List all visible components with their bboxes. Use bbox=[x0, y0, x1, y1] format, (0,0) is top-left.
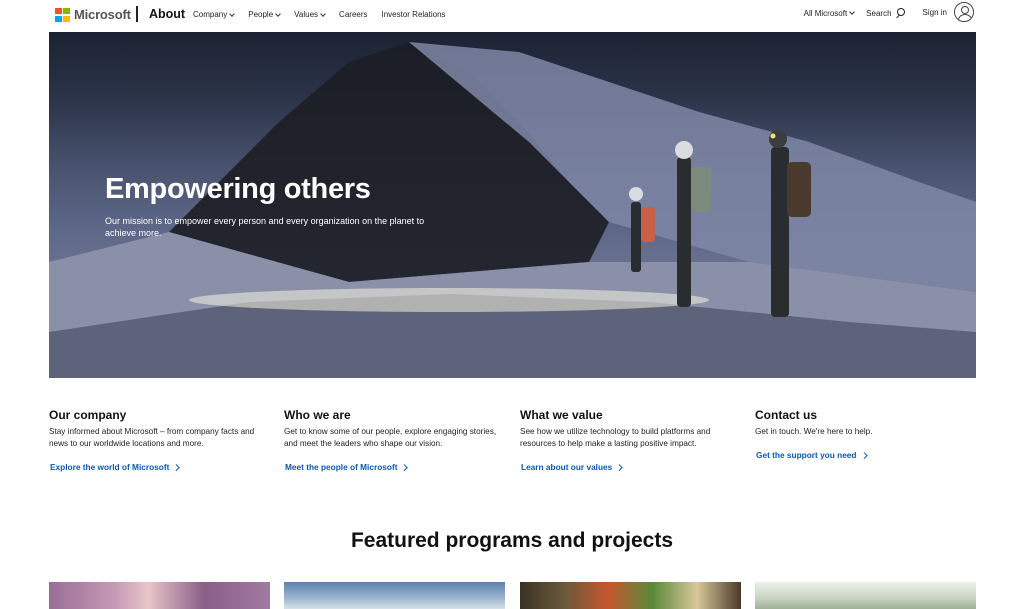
column-title: Contact us bbox=[755, 408, 818, 422]
nav-company[interactable]: Company bbox=[193, 10, 236, 19]
featured-card-image[interactable] bbox=[755, 582, 976, 609]
chevron-right-icon bbox=[401, 463, 408, 471]
column-title: Who we are bbox=[284, 408, 351, 422]
info-columns: Our company Stay informed about Microsof… bbox=[49, 408, 976, 478]
column-who-we-are: Who we are Get to know some of our peopl… bbox=[284, 408, 504, 475]
featured-card-image[interactable] bbox=[49, 582, 270, 609]
chevron-down-icon bbox=[849, 9, 856, 15]
hero-banner: Empowering others Our mission is to empo… bbox=[49, 32, 976, 378]
chevron-right-icon bbox=[616, 463, 623, 471]
nav-careers[interactable]: Careers bbox=[339, 10, 367, 19]
nav-investor-relations[interactable]: Investor Relations bbox=[382, 10, 446, 19]
sign-in-button[interactable]: Sign in bbox=[923, 2, 974, 22]
search-icon bbox=[895, 8, 905, 18]
nav-people[interactable]: People bbox=[248, 10, 282, 19]
hero-title: Empowering others bbox=[105, 173, 371, 205]
meet-people-link[interactable]: Meet the people of Microsoft bbox=[284, 462, 408, 472]
header-divider bbox=[136, 6, 138, 22]
learn-values-link[interactable]: Learn about our values bbox=[520, 462, 623, 472]
chevron-right-icon bbox=[860, 451, 867, 459]
section-title[interactable]: About bbox=[149, 7, 185, 21]
microsoft-logo-icon bbox=[55, 7, 70, 22]
chevron-down-icon bbox=[229, 10, 236, 17]
featured-heading: Featured programs and projects bbox=[350, 529, 674, 552]
featured-card-image[interactable] bbox=[520, 582, 741, 609]
featured-cards bbox=[49, 582, 976, 609]
account-avatar-icon bbox=[954, 2, 974, 22]
all-microsoft-menu[interactable]: All Microsoft bbox=[804, 9, 856, 18]
column-text: Get to know some of our people, explore … bbox=[284, 427, 497, 448]
column-text: See how we utilize technology to build p… bbox=[520, 427, 711, 448]
column-what-we-value: What we value See how we utilize technol… bbox=[520, 408, 740, 475]
featured-card-image[interactable] bbox=[284, 582, 505, 609]
column-title: Our company bbox=[49, 408, 127, 422]
primary-nav: Company People Values Careers Investor R… bbox=[193, 10, 446, 19]
nav-values[interactable]: Values bbox=[294, 10, 326, 19]
utility-nav: All Microsoft Search Sign in bbox=[804, 2, 974, 22]
chevron-right-icon bbox=[173, 463, 180, 471]
explore-microsoft-link[interactable]: Explore the world of Microsoft bbox=[49, 462, 180, 472]
hero-subtitle: Our mission is to empower every person a… bbox=[105, 216, 425, 238]
site-header: Microsoft About Company People Values Ca… bbox=[0, 0, 1024, 30]
microsoft-logo[interactable]: Microsoft bbox=[55, 7, 131, 22]
column-our-company: Our company Stay informed about Microsof… bbox=[49, 408, 269, 475]
column-text: Stay informed about Microsoft – from com… bbox=[49, 427, 255, 448]
column-text: Get in touch. We're here to help. bbox=[755, 427, 873, 436]
search-button[interactable]: Search bbox=[866, 8, 905, 18]
chevron-down-icon bbox=[320, 10, 326, 17]
column-title: What we value bbox=[520, 408, 603, 422]
logo-text: Microsoft bbox=[74, 7, 131, 22]
chevron-down-icon bbox=[275, 10, 282, 17]
support-link[interactable]: Get the support you need bbox=[755, 450, 867, 460]
column-contact-us: Contact us Get in touch. We're here to h… bbox=[755, 408, 975, 463]
